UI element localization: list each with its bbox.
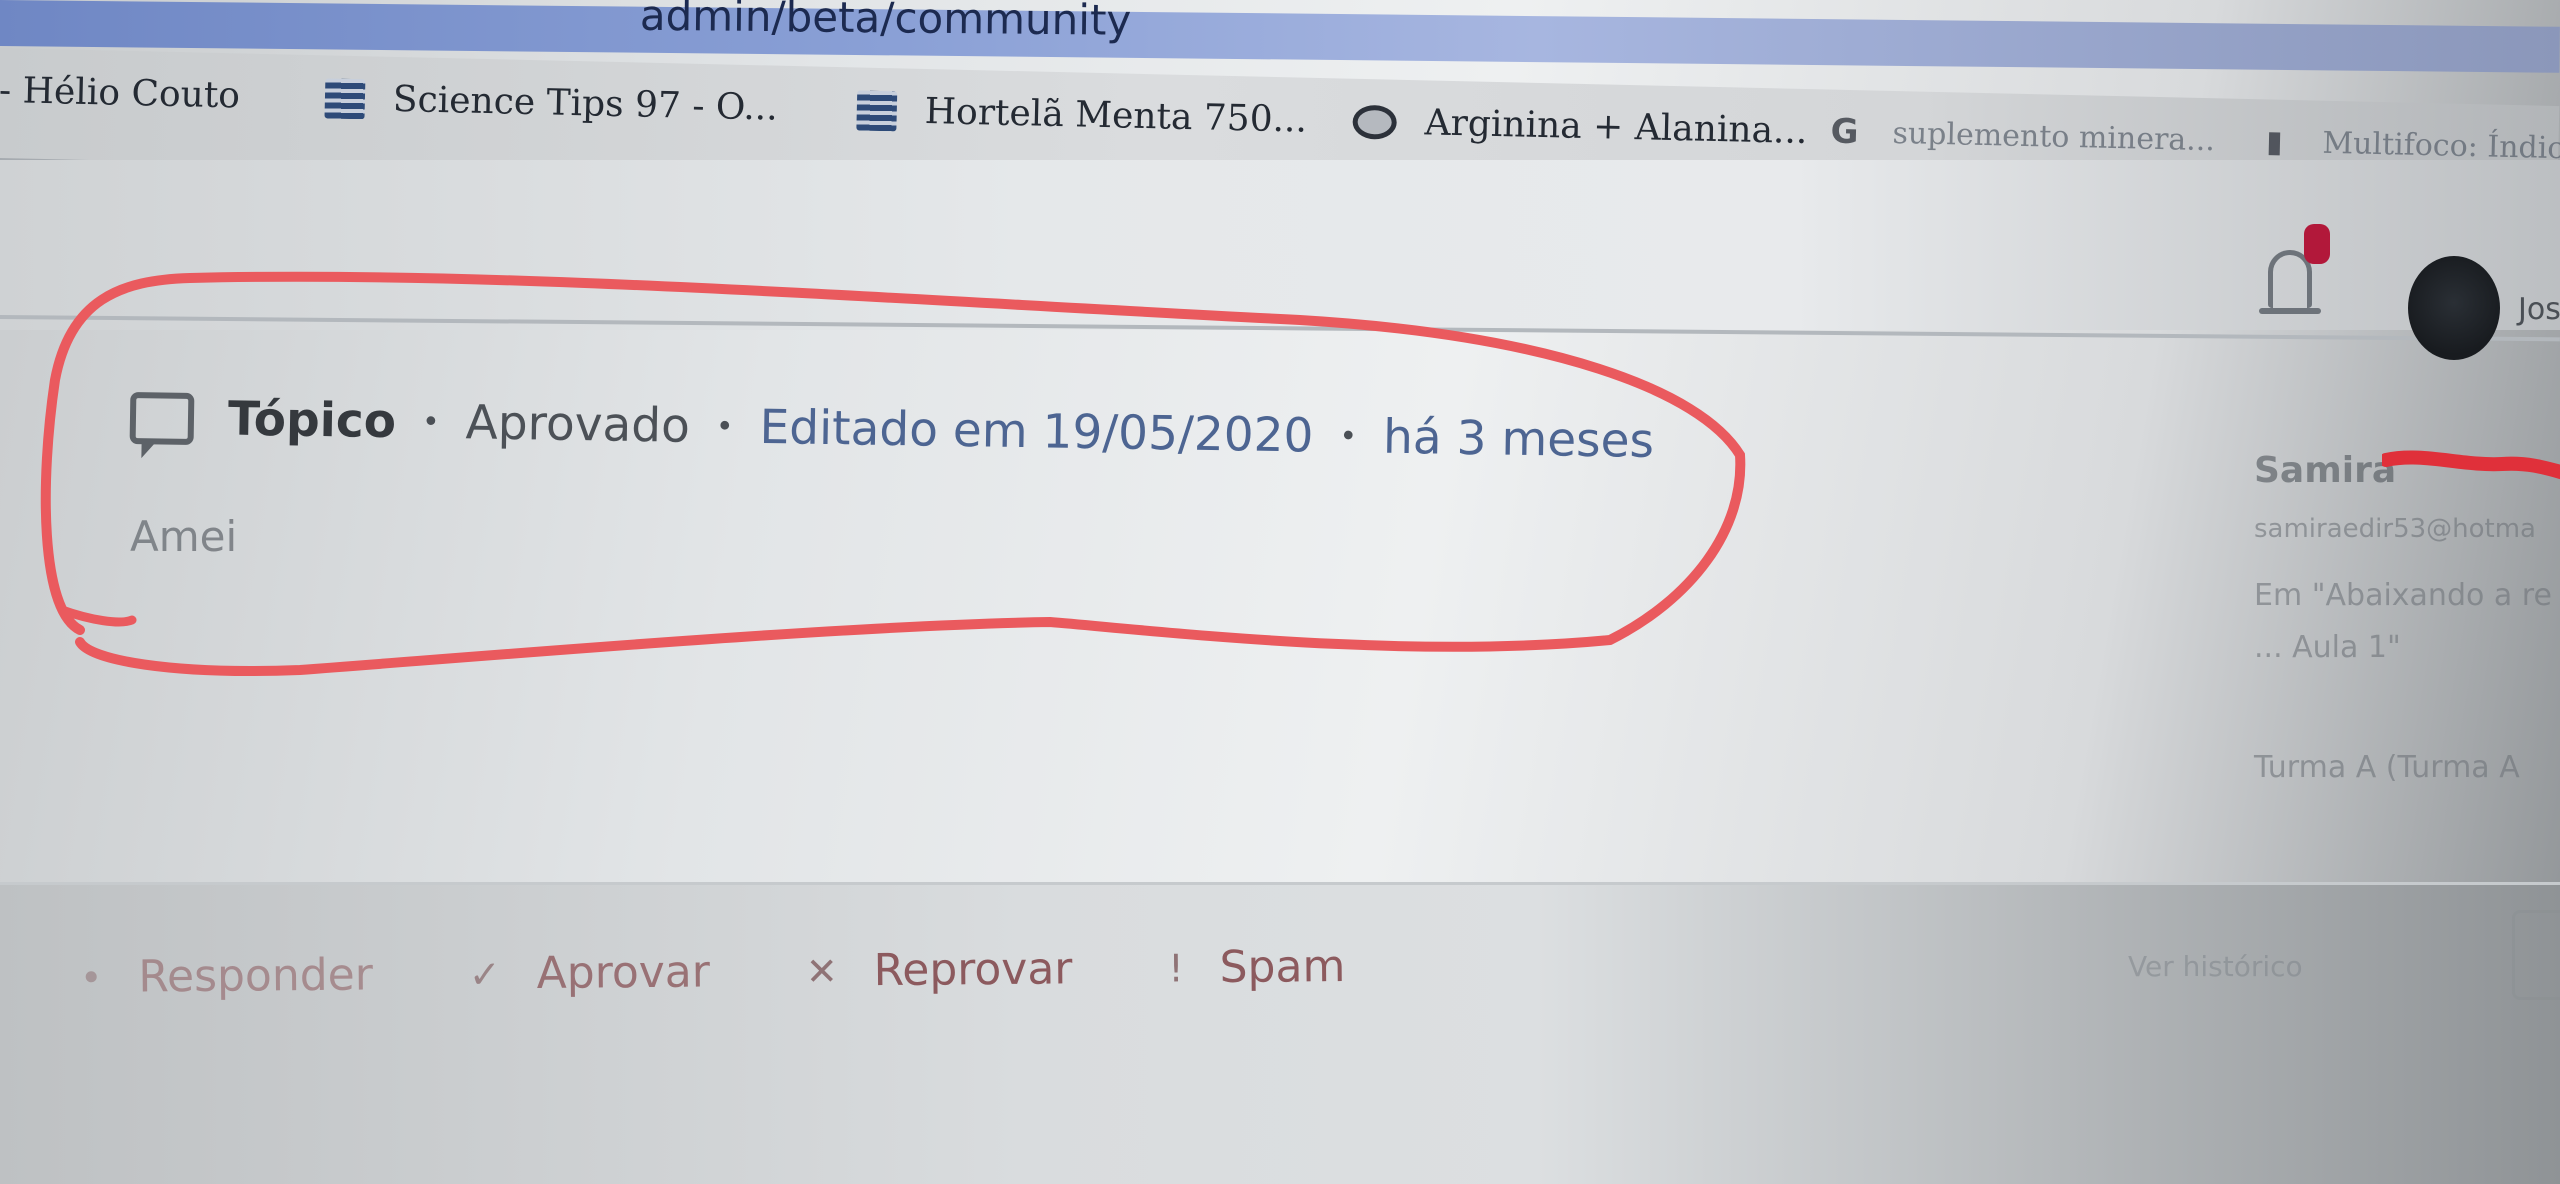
history-button[interactable] [2512,910,2560,1000]
user-info-panel: Samira samiraedir53@hotma Em "Abaixando … [2240,430,2560,860]
exclamation-icon: ! [1168,945,1184,991]
notification-badge [2304,224,2330,264]
separator-dot: • [1339,419,1358,455]
user-context-line: ... Aula 1" [2254,630,2401,665]
respond-button[interactable]: • Responder [80,949,373,1003]
bookmark-hortela-menta[interactable]: Hortelã Menta 750... [856,89,1308,141]
bookmark-label: suplemento minera... [1892,115,2216,158]
separator-dot: • [715,409,734,445]
spam-label: Spam [1219,940,1346,994]
user-class: Turma A (Turma A [2254,750,2520,785]
user-context-line[interactable]: Em "Abaixando a re [2254,578,2552,613]
actions-area [0,885,2560,1184]
time-ago: há 3 meses [1382,409,1655,469]
user-email: samiraedir53@hotma [2254,514,2536,544]
check-icon: ✓ [468,951,501,997]
separator-dot: • [421,404,440,440]
app-header [0,160,2560,330]
screen: admin/beta/community - Hélio Couto Scien… [0,0,2560,1184]
grid-favicon-icon [324,77,366,119]
bookmark-helio-couto[interactable]: - Hélio Couto [0,70,240,116]
bookmark-label: - Hélio Couto [0,69,241,117]
reject-button[interactable]: ✕ Reprovar [806,943,1073,996]
user-name[interactable]: Samira [2254,450,2396,491]
reply-icon: • [79,955,103,1000]
bookmark-label: Arginina + Alanina... [1424,102,1808,153]
multifoco-favicon-icon: ▮ [2265,123,2284,160]
globe-favicon-icon [1352,104,1398,140]
respond-label: Responder [138,949,374,1003]
bookmark-label: Science Tips 97 - O... [392,78,779,129]
bookmark-science-tips[interactable]: Science Tips 97 - O... [324,77,779,129]
spam-button[interactable]: ! Spam [1168,941,1345,994]
grid-favicon-icon [856,89,898,131]
post-meta: Tópico • Aprovado • Editado em 19/05/202… [129,390,1655,469]
comment-icon [129,391,195,445]
post-status: Aprovado [465,395,691,454]
google-favicon-icon: G [1830,111,1859,153]
approve-label: Aprovar [536,946,711,1000]
view-history-link[interactable]: Ver histórico [2128,950,2303,983]
bookmark-suplemento[interactable]: G suplemento minera... [1824,111,2215,160]
url-text: admin/beta/community [639,0,1132,45]
avatar-name: Jos [2518,292,2560,327]
avatar[interactable] [2408,256,2500,360]
bookmark-label: Hortelã Menta 750... [924,91,1308,141]
post-body: Amei [130,512,238,561]
approve-button[interactable]: ✓ Aprovar [469,947,710,1000]
reject-label: Reprovar [873,943,1073,997]
edited-date: Editado em 19/05/2020 [759,399,1314,464]
post-type: Tópico [227,391,397,450]
x-icon: ✕ [805,948,838,994]
bookmark-arginina[interactable]: Arginina + Alanina... [1352,101,1808,152]
